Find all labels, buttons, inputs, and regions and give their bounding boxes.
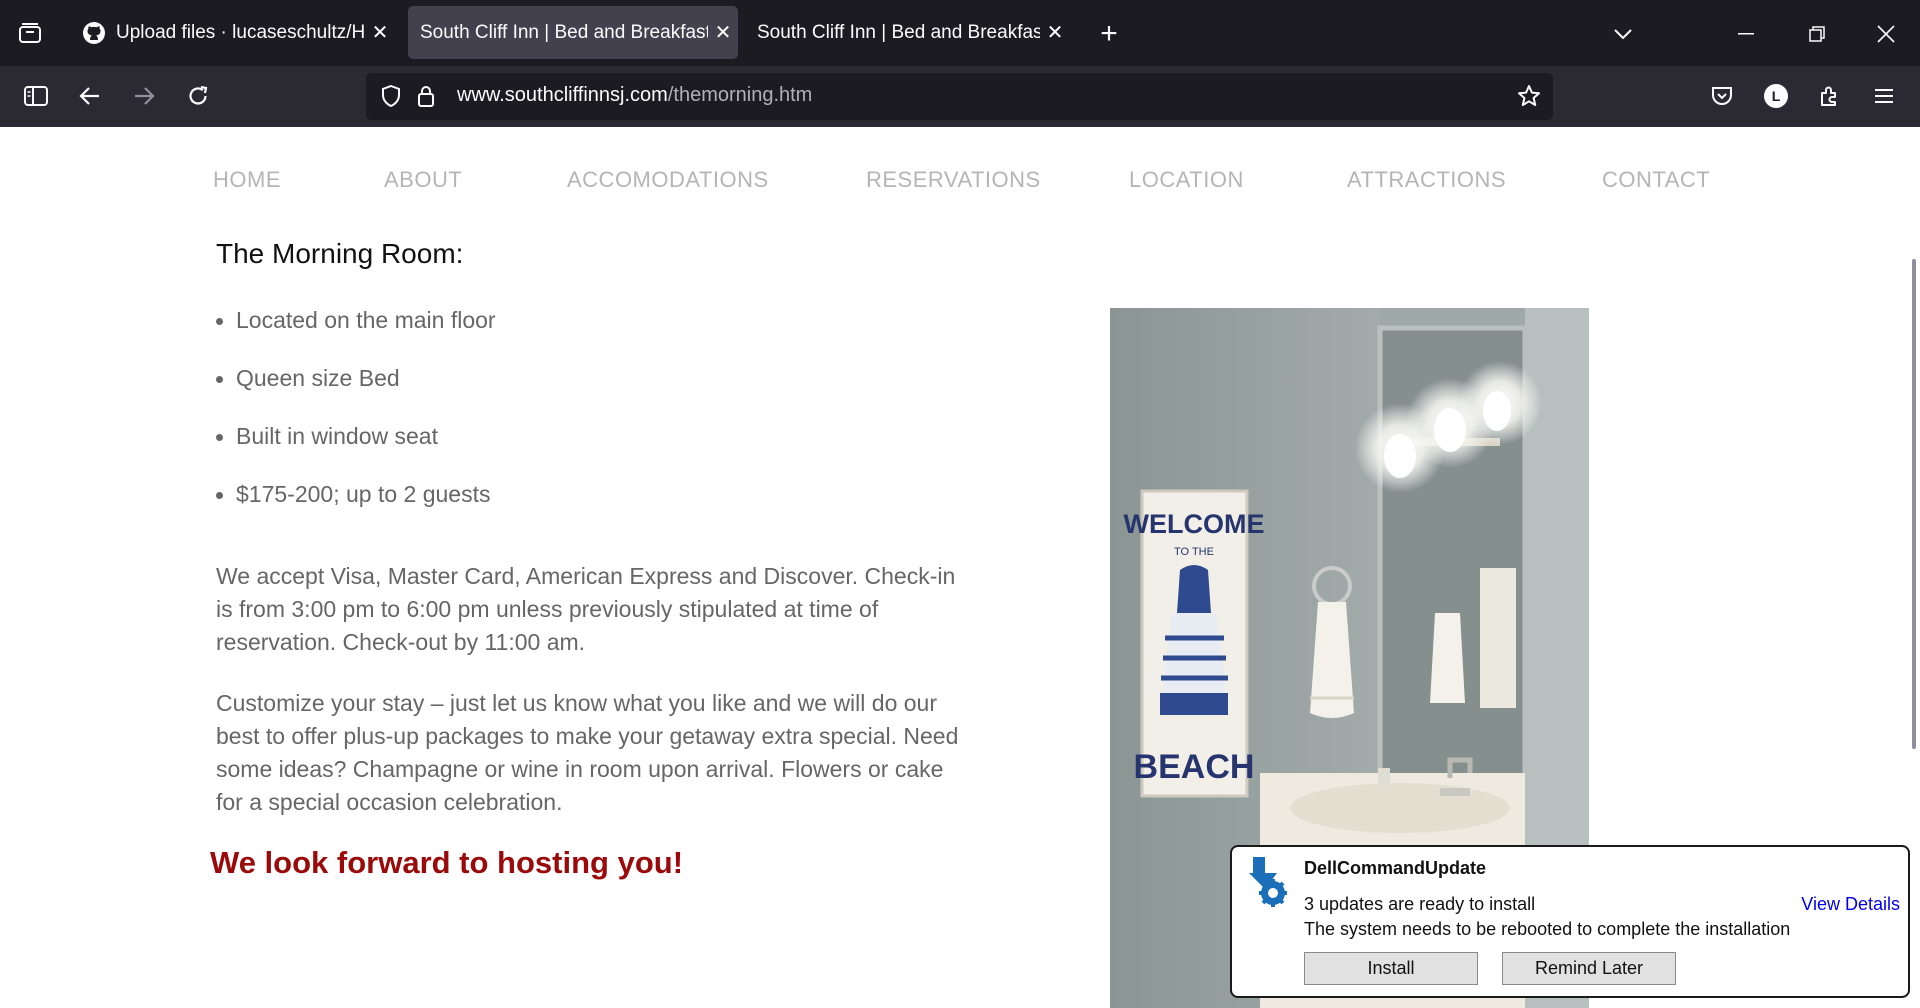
tab-bar: Upload files · lucaseschultz/HTTP ✕ Sout… xyxy=(0,0,1920,66)
tab-label: South Cliff Inn | Bed and Breakfast | xyxy=(757,21,1040,43)
url-bar[interactable]: www.southcliffinnsj.com/themorning.htm xyxy=(366,73,1553,120)
app-menu-hamburger-icon[interactable] xyxy=(1868,80,1900,112)
close-window-icon[interactable] xyxy=(1870,18,1902,50)
nav-about[interactable]: ABOUT xyxy=(384,167,462,193)
payment-paragraph: We accept Visa, Master Card, American Ex… xyxy=(216,563,956,655)
restore-icon[interactable] xyxy=(1801,18,1833,50)
extensions-puzzle-icon[interactable] xyxy=(1814,80,1846,112)
navigation-toolbar: www.southcliffinnsj.com/themorning.htm L xyxy=(0,66,1920,127)
room-title: The Morning Room: xyxy=(216,238,464,269)
remind-later-button[interactable]: Remind Later xyxy=(1502,952,1676,985)
nav-reservations[interactable]: RESERVATIONS xyxy=(866,167,1041,193)
close-tab-icon[interactable]: ✕ xyxy=(1040,20,1070,45)
sign-beach: BEACH xyxy=(1134,748,1255,786)
sign-to-the: TO THE xyxy=(1174,546,1214,558)
site-nav: HOME ABOUT ACCOMODATIONS RESERVATIONS LO… xyxy=(0,167,1920,197)
tab-label: South Cliff Inn | Bed and Breakfast | xyxy=(420,21,708,43)
sign-welcome: WELCOME xyxy=(1124,509,1265,539)
lock-icon[interactable] xyxy=(411,81,441,111)
nav-accomodations[interactable]: ACCOMODATIONS xyxy=(567,167,769,193)
feature-item: Located on the main floor xyxy=(216,300,496,358)
feature-item: Built in window seat xyxy=(216,416,496,474)
close-tab-icon[interactable]: ✕ xyxy=(365,20,395,45)
tracking-protection-shield-icon[interactable] xyxy=(376,81,406,111)
customize-paragraph: Customize your stay – just let us know w… xyxy=(216,690,959,815)
bookmark-star-icon[interactable] xyxy=(1514,81,1544,111)
notification-message-line1: 3 updates are ready to install xyxy=(1304,894,1536,914)
nav-contact[interactable]: CONTACT xyxy=(1602,167,1710,193)
dell-command-update-notification: DellCommandUpdate 3 updates are ready to… xyxy=(1230,845,1910,998)
feature-item: $175-200; up to 2 guests xyxy=(216,474,496,532)
closing-message: We look forward to hosting you! xyxy=(210,845,684,880)
sidebar-icon[interactable] xyxy=(20,80,52,112)
notification-message-line2: The system needs to be rebooted to compl… xyxy=(1304,919,1791,939)
new-tab-icon[interactable]: + xyxy=(1093,17,1125,50)
pocket-icon[interactable] xyxy=(1706,80,1738,112)
nav-home[interactable]: HOME xyxy=(213,167,281,193)
install-button[interactable]: Install xyxy=(1304,952,1478,985)
room-features-list: Located on the main floor Queen size Bed… xyxy=(216,300,496,532)
tab-label: Upload files · lucaseschultz/HTTP xyxy=(116,21,365,43)
github-icon xyxy=(82,21,106,45)
tab-south-cliff-inn[interactable]: South Cliff Inn | Bed and Breakfast | ✕ xyxy=(745,6,1070,59)
url-text[interactable]: www.southcliffinnsj.com/themorning.htm xyxy=(457,84,812,107)
close-tab-icon[interactable]: ✕ xyxy=(708,20,738,45)
url-domain: www.southcliffinnsj.com xyxy=(457,84,668,106)
nav-attractions[interactable]: ATTRACTIONS xyxy=(1347,167,1506,193)
url-path: /themorning.htm xyxy=(667,84,813,106)
dell-command-update-icon xyxy=(1237,853,1293,909)
minimize-icon[interactable] xyxy=(1730,18,1762,50)
page-scrollbar[interactable] xyxy=(1912,259,1916,749)
nav-location[interactable]: LOCATION xyxy=(1129,167,1244,193)
tab-upload-files[interactable]: Upload files · lucaseschultz/HTTP ✕ xyxy=(70,6,395,59)
forward-icon[interactable] xyxy=(128,80,160,112)
list-all-tabs-icon[interactable] xyxy=(1607,18,1639,50)
reload-icon[interactable] xyxy=(182,80,214,112)
account-avatar-icon[interactable]: L xyxy=(1760,80,1792,112)
back-icon[interactable] xyxy=(74,80,106,112)
feature-item: Queen size Bed xyxy=(216,358,496,416)
view-details-link[interactable]: View Details xyxy=(1801,894,1900,915)
tab-south-cliff-inn-active[interactable]: South Cliff Inn | Bed and Breakfast | ✕ xyxy=(408,6,738,59)
tab-overview-icon[interactable] xyxy=(14,18,46,48)
notification-app-name: DellCommandUpdate xyxy=(1304,858,1487,878)
avatar-initial: L xyxy=(1764,84,1788,108)
